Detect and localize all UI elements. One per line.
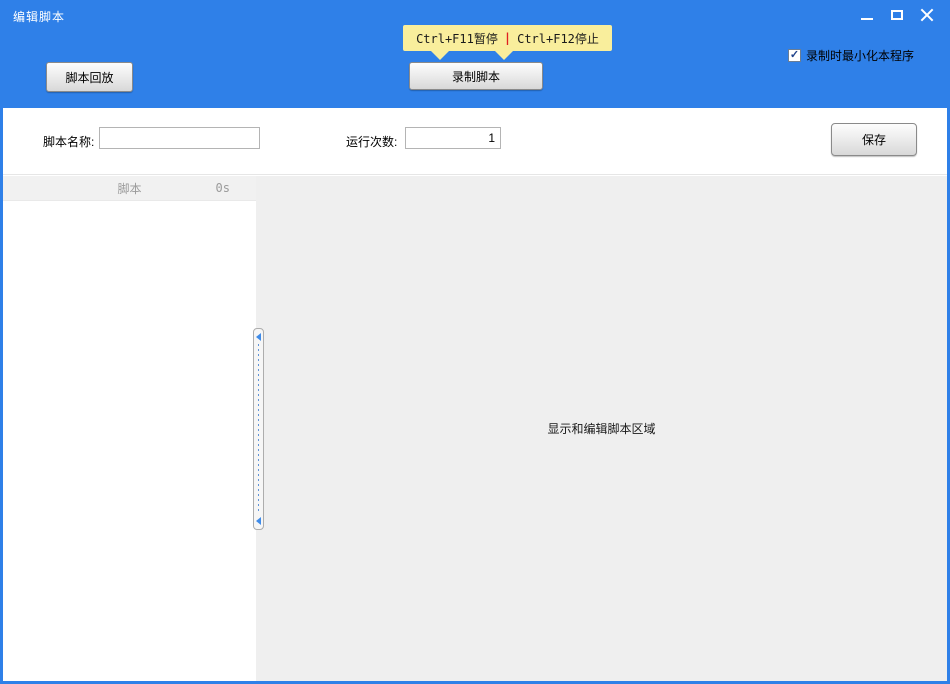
record-script-button[interactable]: 录制脚本 bbox=[409, 62, 543, 90]
minimize-on-record-checkbox-row[interactable]: ✓ 录制时最小化本程序 bbox=[788, 47, 914, 64]
editor-placeholder-text: 显示和编辑脚本区域 bbox=[547, 420, 655, 437]
collapse-arrow-top-icon bbox=[256, 333, 261, 341]
hotkey-pause-text: Ctrl+F11暂停 bbox=[416, 30, 498, 47]
save-button[interactable]: 保存 bbox=[831, 123, 917, 156]
script-name-label: 脚本名称: bbox=[43, 133, 94, 150]
editor-panel[interactable]: 显示和编辑脚本区域 bbox=[256, 176, 947, 681]
edit-script-window: 编辑脚本 脚本回放 Ctrl+F11暂停 | Ctrl+F12停止 录制脚本 ✓… bbox=[0, 0, 950, 684]
script-duration-badge: 0s bbox=[216, 181, 230, 195]
checkbox-checked-icon[interactable]: ✓ bbox=[788, 49, 801, 62]
minimize-button[interactable] bbox=[852, 1, 882, 29]
splitter-dotted-line bbox=[258, 344, 259, 514]
window-title: 编辑脚本 bbox=[13, 8, 65, 25]
minimize-icon bbox=[861, 18, 873, 20]
minimize-on-record-label: 录制时最小化本程序 bbox=[806, 47, 914, 64]
maximize-button[interactable] bbox=[882, 1, 912, 29]
script-list-panel: 脚本 0s bbox=[3, 176, 256, 681]
tooltip-pointer-left bbox=[431, 51, 449, 60]
hotkey-separator: | bbox=[498, 31, 517, 45]
script-list-header: 脚本 0s bbox=[3, 176, 256, 201]
close-icon bbox=[920, 8, 934, 22]
content-area: 脚本 0s 显示和编辑脚本区域 bbox=[3, 176, 947, 681]
script-list-title: 脚本 bbox=[117, 180, 141, 197]
close-button[interactable] bbox=[912, 1, 942, 29]
collapse-arrow-bottom-icon bbox=[256, 517, 261, 525]
panel-splitter-handle[interactable] bbox=[253, 328, 264, 530]
run-count-input[interactable] bbox=[405, 127, 501, 149]
script-settings-form: 脚本名称: 运行次数: 保存 bbox=[3, 108, 947, 175]
script-playback-button[interactable]: 脚本回放 bbox=[46, 62, 133, 92]
script-name-input[interactable] bbox=[99, 127, 260, 149]
maximize-icon bbox=[891, 10, 903, 20]
hotkey-stop-text: Ctrl+F12停止 bbox=[517, 30, 599, 47]
hotkey-tooltip: Ctrl+F11暂停 | Ctrl+F12停止 bbox=[403, 25, 612, 51]
run-count-label: 运行次数: bbox=[346, 133, 397, 150]
tooltip-pointer-right bbox=[495, 51, 513, 60]
titlebar-header: 编辑脚本 脚本回放 Ctrl+F11暂停 | Ctrl+F12停止 录制脚本 ✓… bbox=[0, 0, 950, 108]
titlebar-controls bbox=[852, 0, 942, 30]
